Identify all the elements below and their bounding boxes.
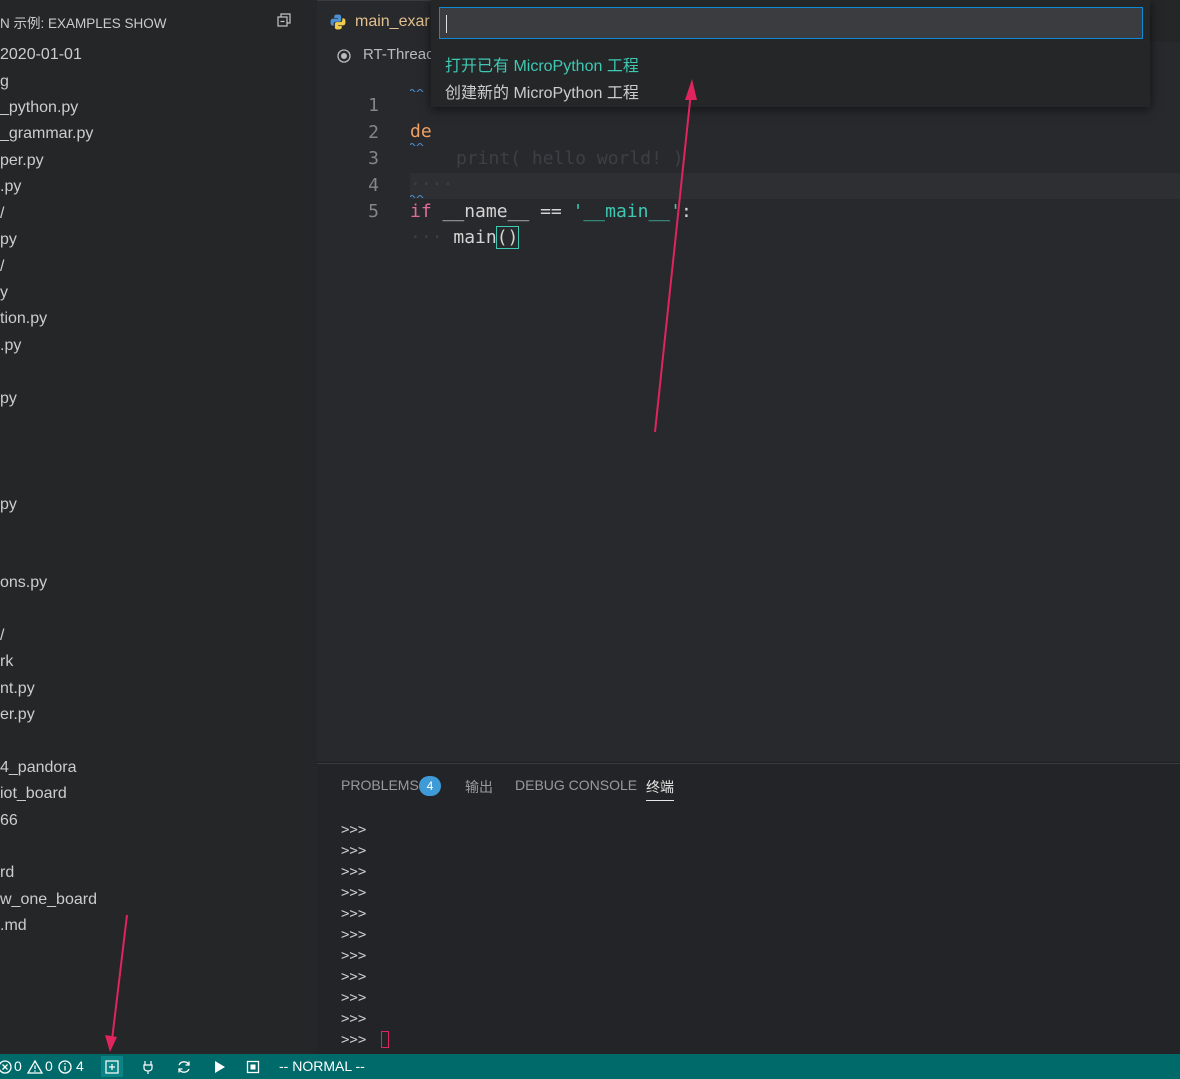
file-tree-item[interactable]: g (0, 72, 9, 92)
file-tree-item[interactable]: py (0, 389, 17, 409)
function-call-main: main (453, 227, 497, 248)
terminal-prompt: >>> (341, 843, 367, 859)
file-tree-item[interactable]: py (0, 230, 17, 250)
file-tree-item[interactable]: .py (0, 336, 21, 356)
run-icon[interactable] (211, 1059, 227, 1075)
terminal-prompt: >>> (341, 1011, 367, 1027)
operator-equals: == (529, 201, 573, 222)
file-tree-item[interactable]: _python.py (0, 98, 78, 118)
file-tree-item[interactable]: y (0, 283, 8, 303)
plug-icon[interactable] (140, 1059, 156, 1075)
code-line: 4 if __name__ == '__main__': (317, 147, 1180, 222)
file-tree-item[interactable]: rk (0, 652, 13, 672)
explorer-header: N 示例: EXAMPLES SHOW (0, 0, 317, 42)
new-project-button[interactable] (101, 1056, 123, 1077)
file-tree-item[interactable]: _grammar.py (0, 124, 93, 144)
quick-pick-item-open-project[interactable]: 打开已有 MicroPython 工程 (445, 52, 639, 76)
code-line: 5 ··· main() (317, 173, 1180, 249)
explorer-title: N 示例: EXAMPLES SHOW (0, 16, 167, 31)
editor-tab-main[interactable]: main_exar (317, 0, 441, 42)
editor-tab-label: main_exar (355, 13, 430, 30)
explorer-sidebar: N 示例: EXAMPLES SHOW 2020-01-01 g _python… (0, 0, 317, 1054)
file-tree-item[interactable]: .md (0, 916, 27, 936)
error-icon[interactable] (0, 1059, 13, 1075)
terminal-cursor (381, 1031, 389, 1048)
terminal-prompt: >>> (341, 927, 367, 943)
indent-guide-dots: ··· (410, 227, 443, 248)
file-tree-item[interactable]: 66 (0, 811, 18, 831)
new-project-icon (105, 1060, 119, 1074)
stop-icon[interactable] (245, 1059, 261, 1075)
vim-mode-indicator: -- NORMAL -- (279, 1058, 365, 1074)
code-text: if __name__ == '__main__': (410, 199, 692, 225)
status-bar: 0 0 4 -- NORMAL -- (0, 1054, 1180, 1079)
warning-squiggle (410, 143, 424, 146)
keyword-if: if (410, 201, 432, 222)
colon: : (680, 201, 692, 222)
line-number: 5 (368, 201, 379, 222)
warning-squiggle (410, 89, 424, 92)
warning-squiggle (410, 195, 424, 198)
collapse-all-icon[interactable] (276, 12, 292, 28)
file-tree-item[interactable]: 2020-01-01 (0, 45, 82, 65)
breadcrumb-label[interactable]: RT-Threac (363, 46, 434, 63)
bracket-match: () (495, 226, 520, 249)
code-editor[interactable]: main_exar RT-Threac 1 de 2 print( hello … (317, 0, 1180, 762)
code-line: 3 ···· (317, 120, 1180, 195)
code-text: ··· main() (410, 225, 520, 251)
terminal-prompt: >>> (341, 906, 367, 922)
quick-pick-palette: 打开已有 MicroPython 工程 创建新的 MicroPython 工程 (431, 0, 1150, 107)
file-tree-item[interactable]: 4_pandora (0, 758, 77, 778)
warning-count[interactable]: 0 (45, 1058, 53, 1074)
file-tree-item[interactable]: rd (0, 863, 14, 883)
terminal-prompt: >>> (341, 969, 367, 985)
info-count[interactable]: 4 (76, 1058, 84, 1074)
bottom-panel: PROBLEMS 4 输出 DEBUG CONSOLE 终端 >>> >>> >… (317, 763, 1180, 1054)
text-caret (446, 15, 447, 33)
warning-icon[interactable] (27, 1059, 43, 1075)
string-main: '__main__' (572, 201, 681, 222)
file-tree-item[interactable]: .py (0, 177, 21, 197)
problems-count-badge: 4 (419, 776, 441, 796)
terminal-prompt: >>> (341, 885, 367, 901)
file-tree-item[interactable]: nt.py (0, 679, 35, 699)
file-tree-item[interactable]: ons.py (0, 573, 47, 593)
tab-problems[interactable]: PROBLEMS (341, 777, 419, 793)
terminal-prompt: >>> (341, 948, 367, 964)
quick-pick-input[interactable] (439, 7, 1143, 39)
file-tree-item[interactable]: w_one_board (0, 890, 97, 910)
error-count[interactable]: 0 (14, 1058, 22, 1074)
file-tree-item[interactable]: / (0, 626, 4, 646)
terminal-prompt[interactable]: >>> (341, 1032, 366, 1048)
quick-pick-item-create-project[interactable]: 创建新的 MicroPython 工程 (445, 79, 639, 103)
terminal-prompt: >>> (341, 864, 367, 880)
identifier-name: __name__ (442, 201, 530, 222)
tab-debug-console[interactable]: DEBUG CONSOLE (515, 777, 637, 793)
file-tree-item[interactable]: iot_board (0, 784, 67, 804)
python-file-icon (330, 14, 346, 30)
file-tree-item[interactable]: / (0, 257, 4, 277)
circle-dot-icon (337, 49, 351, 63)
sync-icon[interactable] (176, 1059, 192, 1075)
file-tree-item[interactable]: er.py (0, 705, 35, 725)
tab-output[interactable]: 输出 (465, 777, 493, 797)
file-tree-item[interactable]: tion.py (0, 309, 47, 329)
terminal-prompt: >>> (341, 990, 367, 1006)
file-tree-item[interactable]: py (0, 495, 17, 515)
info-icon[interactable] (57, 1059, 73, 1075)
tab-terminal[interactable]: 终端 (646, 777, 674, 801)
file-tree-item[interactable]: / (0, 204, 4, 224)
file-tree-item[interactable]: per.py (0, 151, 44, 171)
terminal-prompt: >>> (341, 822, 367, 838)
